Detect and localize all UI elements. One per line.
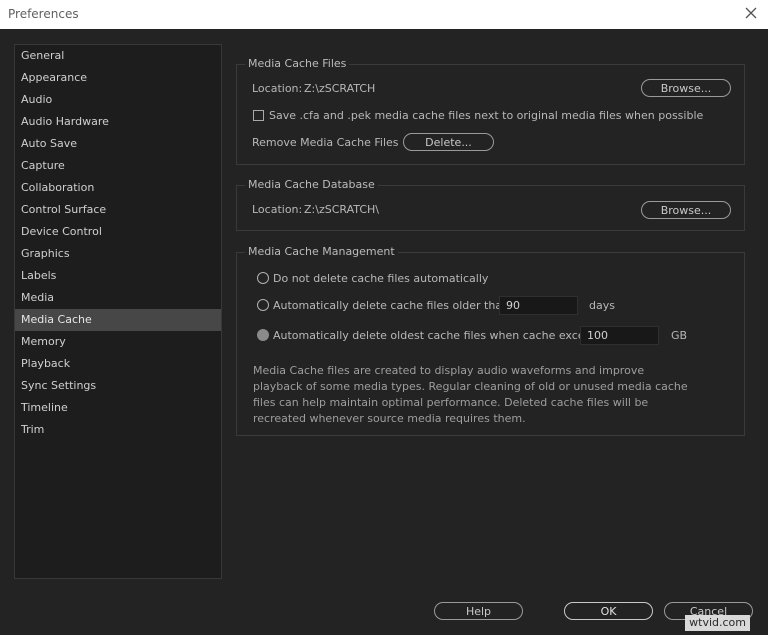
radio-do-not-delete-label: Do not delete cache files automatically	[273, 272, 489, 285]
save-cache-checkbox-label: Save .cfa and .pek media cache files nex…	[269, 109, 704, 122]
sidebar-item-appearance[interactable]: Appearance	[15, 67, 221, 89]
media-cache-description: Media Cache files are created to display…	[253, 364, 688, 425]
sidebar-item-control-surface[interactable]: Control Surface	[15, 199, 221, 221]
close-icon[interactable]	[742, 4, 760, 22]
group-title-media-cache-database: Media Cache Database	[245, 178, 378, 192]
sidebar-item-timeline[interactable]: Timeline	[15, 397, 221, 419]
radio-delete-older-than[interactable]	[257, 299, 269, 311]
group-title-media-cache-files: Media Cache Files	[245, 57, 350, 71]
gb-unit-label: GB	[671, 329, 688, 342]
sidebar-item-general[interactable]: General	[15, 45, 221, 67]
cache-size-limit-input[interactable]: 100	[580, 326, 659, 345]
browse-button-database[interactable]: Browse...	[641, 201, 731, 219]
preferences-category-list: General Appearance Audio Audio Hardware …	[14, 44, 222, 579]
sidebar-item-media[interactable]: Media	[15, 287, 221, 309]
window-title: Preferences	[8, 7, 79, 21]
remove-cache-label: Remove Media Cache Files	[252, 136, 399, 149]
radio-delete-when-exceeds-label: Automatically delete oldest cache files …	[273, 329, 608, 342]
sidebar-item-audio[interactable]: Audio	[15, 89, 221, 111]
location-value: Z:\zSCRATCH	[304, 82, 376, 95]
older-than-days-input[interactable]: 90	[499, 296, 578, 315]
sidebar-item-device-control[interactable]: Device Control	[15, 221, 221, 243]
delete-cache-button[interactable]: Delete...	[403, 133, 494, 151]
help-button[interactable]: Help	[434, 602, 523, 620]
media-cache-files-group: Media Cache Files Location: Z:\zSCRATCH …	[236, 57, 745, 165]
database-location-value: Z:\zSCRATCH\	[304, 203, 379, 216]
sidebar-item-trim[interactable]: Trim	[15, 419, 221, 441]
location-label: Location:	[252, 82, 303, 95]
title-bar: Preferences	[0, 0, 768, 29]
sidebar-item-playback[interactable]: Playback	[15, 353, 221, 375]
watermark: wtvid.com	[685, 615, 750, 631]
radio-delete-when-exceeds[interactable]	[257, 329, 269, 341]
sidebar-item-auto-save[interactable]: Auto Save	[15, 133, 221, 155]
sidebar-item-labels[interactable]: Labels	[15, 265, 221, 287]
database-location-label: Location:	[252, 203, 303, 216]
sidebar-item-collaboration[interactable]: Collaboration	[15, 177, 221, 199]
radio-do-not-delete[interactable]	[257, 272, 269, 284]
sidebar-item-memory[interactable]: Memory	[15, 331, 221, 353]
sidebar-item-capture[interactable]: Capture	[15, 155, 221, 177]
ok-button[interactable]: OK	[564, 602, 653, 620]
sidebar-item-media-cache[interactable]: Media Cache	[15, 309, 221, 331]
sidebar-item-sync-settings[interactable]: Sync Settings	[15, 375, 221, 397]
days-unit-label: days	[589, 299, 615, 312]
radio-delete-older-than-label: Automatically delete cache files older t…	[273, 299, 513, 312]
sidebar-item-graphics[interactable]: Graphics	[15, 243, 221, 265]
save-cache-next-to-media-checkbox[interactable]	[253, 110, 264, 121]
group-title-media-cache-management: Media Cache Management	[245, 245, 398, 259]
sidebar-item-audio-hardware[interactable]: Audio Hardware	[15, 111, 221, 133]
browse-button-files[interactable]: Browse...	[641, 79, 731, 97]
media-cache-database-group: Media Cache Database Location: Z:\zSCRAT…	[236, 178, 745, 231]
media-cache-management-group: Media Cache Management Do not delete cac…	[236, 245, 745, 436]
